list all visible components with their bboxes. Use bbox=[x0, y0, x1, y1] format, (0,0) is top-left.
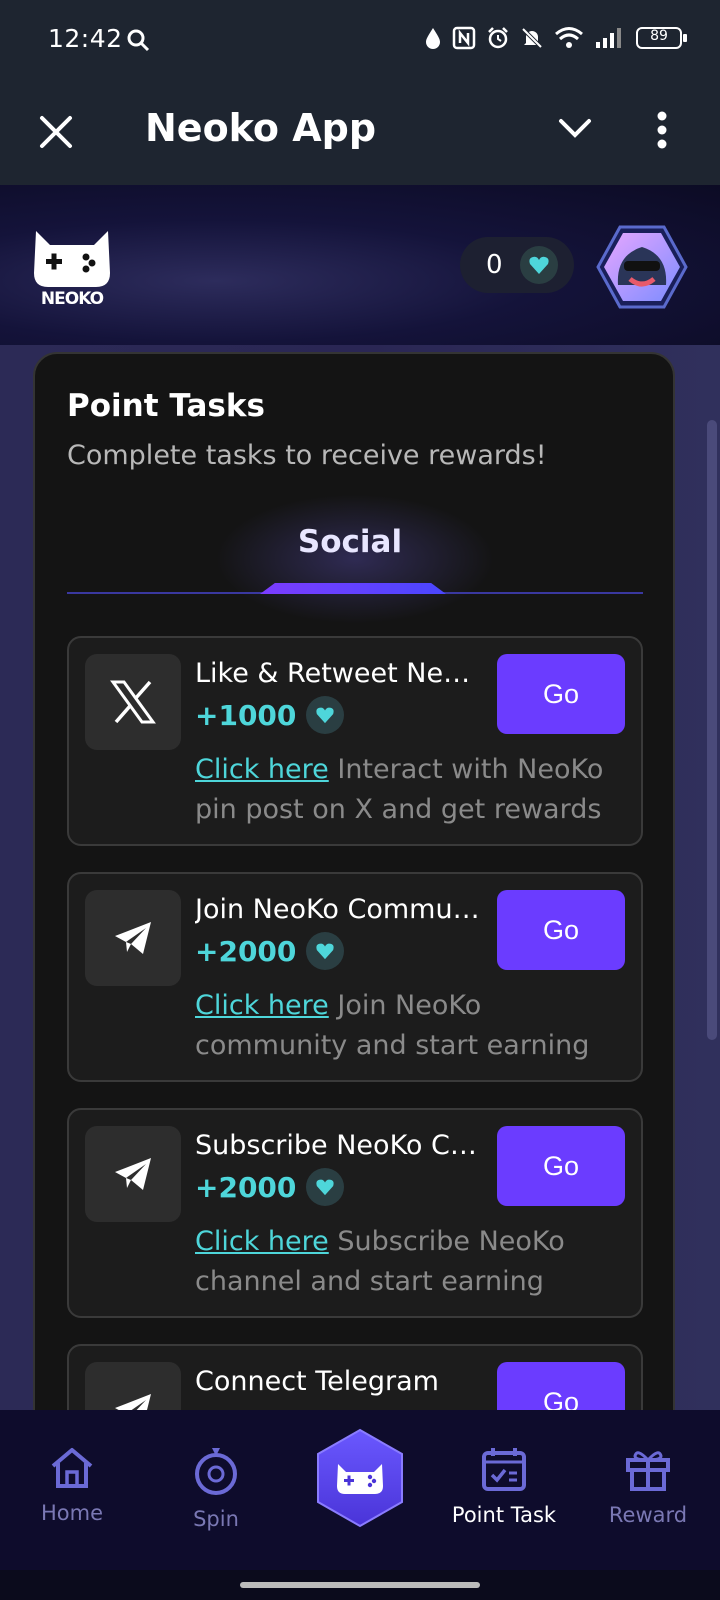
calendar-check-icon bbox=[482, 1448, 526, 1491]
screen: 12:42 89 Neoko App NEOKO 0 Point Tasks C… bbox=[0, 0, 720, 1600]
balance-value: 0 bbox=[486, 250, 503, 280]
gift-icon bbox=[626, 1451, 670, 1491]
wifi-icon bbox=[555, 27, 583, 48]
task-name: Like & Retweet NeoKo pin post bbox=[195, 658, 485, 689]
gem-icon bbox=[520, 246, 558, 284]
task-description: Click here Interact with NeoKo pin post … bbox=[195, 750, 620, 830]
gem-icon bbox=[306, 932, 345, 970]
task-description: Click here Join NeoKo community and star… bbox=[195, 986, 620, 1066]
page-title: Point Tasks bbox=[67, 388, 265, 424]
go-button[interactable]: Go bbox=[497, 1126, 625, 1206]
app-title: Neoko App bbox=[145, 106, 377, 150]
point-tasks-card: Point Tasks Complete tasks to receive re… bbox=[33, 352, 675, 1452]
task-points: +1000 bbox=[195, 696, 345, 734]
bottom-nav: Home Spin Point Task Reward bbox=[0, 1410, 720, 1570]
mute-icon bbox=[521, 27, 543, 49]
tab-indicator bbox=[260, 583, 446, 594]
app-bar: Neoko App bbox=[0, 82, 720, 185]
balance-pill[interactable]: 0 bbox=[460, 237, 574, 293]
nav-point-task-label: Point Task bbox=[451, 1503, 557, 1527]
page-subtitle: Complete tasks to receive rewards! bbox=[67, 440, 547, 471]
task-item: Like & Retweet NeoKo pin post +1000 Clic… bbox=[67, 636, 643, 846]
more-vert-icon[interactable] bbox=[656, 110, 668, 150]
task-points-value: +2000 bbox=[195, 1170, 297, 1204]
telegram-icon bbox=[85, 1126, 181, 1222]
gem-icon bbox=[306, 1168, 345, 1206]
task-description: Click here Subscribe NeoKo channel and s… bbox=[195, 1222, 620, 1302]
alarm-icon bbox=[488, 27, 508, 49]
gem-icon bbox=[306, 696, 345, 734]
signal-icon bbox=[596, 28, 621, 48]
click-here-link[interactable]: Click here bbox=[195, 1226, 329, 1257]
click-here-link[interactable]: Click here bbox=[195, 754, 329, 785]
spin-wheel-icon bbox=[195, 1448, 237, 1495]
nav-reward-label: Reward bbox=[608, 1503, 688, 1527]
telegram-icon bbox=[85, 890, 181, 986]
close-icon[interactable] bbox=[38, 114, 74, 150]
battery-icon: 89 bbox=[636, 27, 687, 49]
svg-text:NEOKO: NEOKO bbox=[41, 289, 104, 307]
task-item: Subscribe NeoKo Channel +2000 Click here… bbox=[67, 1108, 643, 1318]
nav-spin[interactable]: Spin bbox=[156, 1446, 276, 1531]
nav-spin-label: Spin bbox=[193, 1507, 239, 1531]
go-button[interactable]: Go bbox=[497, 890, 625, 970]
nav-home[interactable]: Home bbox=[12, 1446, 132, 1525]
status-icons: 89 bbox=[424, 26, 687, 50]
drop-icon bbox=[426, 28, 440, 49]
task-name: Join NeoKo Community bbox=[195, 894, 485, 925]
neoko-logo: NEOKO bbox=[34, 231, 110, 307]
task-points: +2000 bbox=[195, 932, 345, 970]
avatar[interactable] bbox=[596, 225, 688, 309]
search-icon bbox=[126, 28, 150, 56]
click-here-link[interactable]: Click here bbox=[195, 990, 329, 1021]
go-button[interactable]: Go bbox=[497, 654, 625, 734]
battery-level: 89 bbox=[650, 28, 668, 44]
tab-social[interactable]: Social bbox=[275, 524, 425, 560]
task-points-value: +2000 bbox=[195, 934, 297, 968]
center-game-icon[interactable] bbox=[314, 1428, 406, 1528]
chevron-down-icon[interactable] bbox=[558, 116, 592, 140]
nav-reward[interactable]: Reward bbox=[588, 1446, 708, 1527]
x-logo-icon bbox=[85, 654, 181, 750]
nav-home-label: Home bbox=[40, 1501, 103, 1525]
task-item: Join NeoKo Community +2000 Click here Jo… bbox=[67, 872, 643, 1082]
scrollbar[interactable] bbox=[707, 420, 717, 1040]
nav-point-task[interactable]: Point Task bbox=[444, 1446, 564, 1527]
task-name: Connect Telegram bbox=[195, 1366, 439, 1397]
nfc-icon bbox=[452, 26, 476, 50]
task-name: Subscribe NeoKo Channel bbox=[195, 1130, 485, 1161]
status-bar: 12:42 89 bbox=[0, 0, 720, 82]
status-time: 12:42 bbox=[48, 24, 123, 53]
task-points-value: +1000 bbox=[195, 698, 297, 732]
app-header: NEOKO 0 bbox=[0, 185, 720, 345]
home-icon bbox=[51, 1448, 93, 1488]
task-points: +2000 bbox=[195, 1168, 345, 1206]
gesture-bar[interactable] bbox=[0, 1570, 720, 1600]
